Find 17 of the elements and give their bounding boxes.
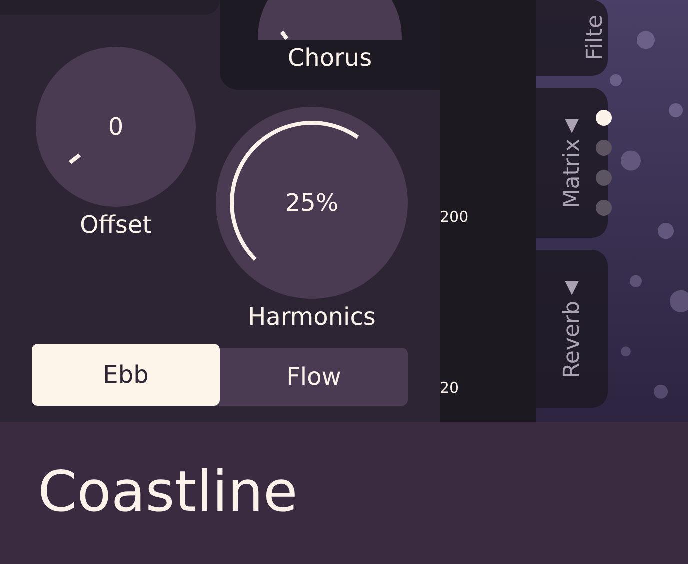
knob[interactable]: 0 [36,47,196,207]
knob-indicator [69,154,81,164]
preset-name: Coastline [38,460,298,524]
knob-value: 25% [285,189,339,217]
knob-label: Harmonics [248,303,376,331]
knob-label: Chorus [288,44,372,72]
mode-button[interactable]: Flow [220,348,408,406]
side-tab[interactable]: ▼ Reverb [536,250,608,408]
scale-label: 200 [440,208,470,226]
chorus-knob[interactable] [255,0,405,40]
side-tab[interactable]: ▼ Matrix [536,88,608,238]
knob-value: 0 [108,113,124,141]
mode-button[interactable]: Ebb [32,344,220,406]
scale-label: 20 [440,379,460,397]
knob[interactable]: 25% [216,107,408,299]
knob-label: Offset [80,211,152,239]
side-tab[interactable]: Filte [536,0,608,76]
